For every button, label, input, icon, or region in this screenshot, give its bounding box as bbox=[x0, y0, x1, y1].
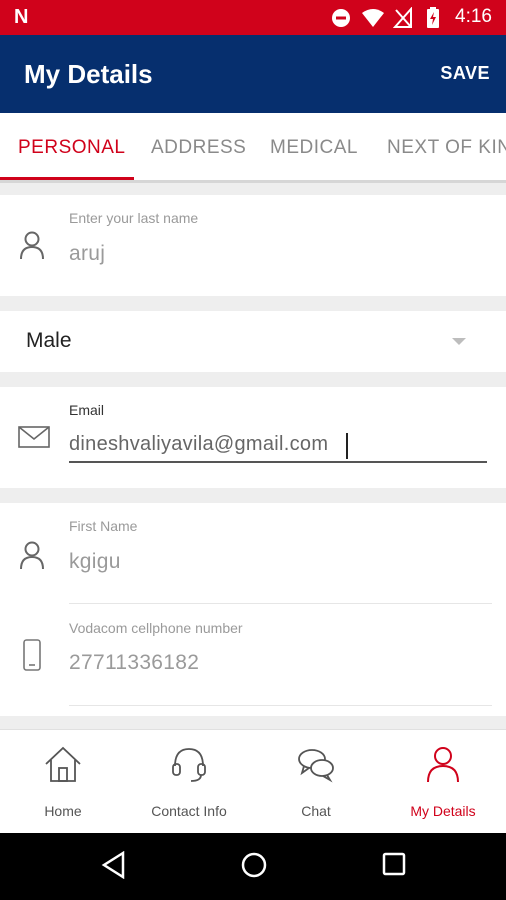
tab-medical[interactable]: MEDICAL bbox=[270, 137, 358, 159]
last-name-card: Enter your last name aruj bbox=[0, 195, 506, 296]
home-icon bbox=[45, 746, 81, 782]
do-not-disturb-icon bbox=[332, 9, 350, 27]
tab-bar: PERSONAL ADDRESS MEDICAL NEXT OF KIN bbox=[0, 113, 506, 180]
text-cursor bbox=[346, 433, 348, 459]
email-card: Email dineshvaliyavila@gmail.com bbox=[0, 387, 506, 488]
field-divider bbox=[69, 705, 492, 706]
phone-icon bbox=[23, 639, 41, 671]
first-name-label: First Name bbox=[69, 518, 138, 534]
bottom-navigation: Home Contact Info Chat My Details bbox=[0, 729, 506, 833]
chevron-down-icon[interactable] bbox=[451, 337, 467, 347]
tab-personal[interactable]: PERSONAL bbox=[18, 137, 125, 159]
nav-contact-info[interactable]: Contact Info bbox=[126, 730, 252, 834]
person-icon bbox=[20, 541, 44, 570]
headset-icon bbox=[172, 748, 206, 782]
home-button-icon[interactable] bbox=[240, 851, 268, 879]
system-navigation-bar bbox=[0, 833, 506, 900]
no-signal-icon bbox=[393, 7, 412, 28]
cellphone-label: Vodacom cellphone number bbox=[69, 620, 243, 636]
status-bar: N 4:16 bbox=[0, 0, 506, 35]
battery-charging-icon bbox=[427, 7, 439, 28]
clock: 4:16 bbox=[455, 6, 492, 27]
nav-home-label: Home bbox=[44, 803, 82, 819]
last-name-placeholder: Enter your last name bbox=[69, 210, 199, 226]
email-input[interactable]: dineshvaliyavila@gmail.com bbox=[69, 433, 328, 456]
nav-my-details-label: My Details bbox=[410, 803, 476, 819]
recents-icon[interactable] bbox=[381, 851, 407, 879]
nav-contact-info-label: Contact Info bbox=[151, 803, 227, 819]
first-name-input[interactable]: kgigu bbox=[69, 550, 121, 574]
field-divider bbox=[69, 603, 492, 604]
tab-address[interactable]: ADDRESS bbox=[151, 137, 246, 159]
contact-card: First Name kgigu Vodacom cellphone numbe… bbox=[0, 503, 506, 716]
cellphone-input[interactable]: 27711336182 bbox=[69, 651, 199, 675]
nav-chat[interactable]: Chat bbox=[253, 730, 379, 834]
last-name-input[interactable]: aruj bbox=[69, 242, 105, 266]
mail-icon bbox=[18, 426, 50, 448]
save-button[interactable]: SAVE bbox=[440, 63, 490, 84]
chat-icon bbox=[298, 749, 334, 783]
tab-bar-shadow bbox=[0, 180, 506, 183]
nav-home[interactable]: Home bbox=[0, 730, 126, 834]
app-bar: My Details SAVE bbox=[0, 35, 506, 113]
page-title: My Details bbox=[24, 59, 153, 89]
person-icon bbox=[20, 231, 44, 260]
person-icon bbox=[427, 747, 459, 783]
wifi-icon bbox=[362, 9, 384, 27]
nav-chat-label: Chat bbox=[301, 803, 331, 819]
back-icon[interactable] bbox=[101, 851, 127, 879]
carrier-logo: N bbox=[14, 6, 29, 28]
tab-next-of-kin[interactable]: NEXT OF KIN bbox=[387, 137, 506, 159]
gender-card: Male bbox=[0, 311, 506, 372]
email-label: Email bbox=[69, 402, 105, 418]
nav-my-details[interactable]: My Details bbox=[380, 730, 506, 834]
email-underline bbox=[69, 461, 487, 463]
gender-select[interactable]: Male bbox=[26, 329, 72, 353]
